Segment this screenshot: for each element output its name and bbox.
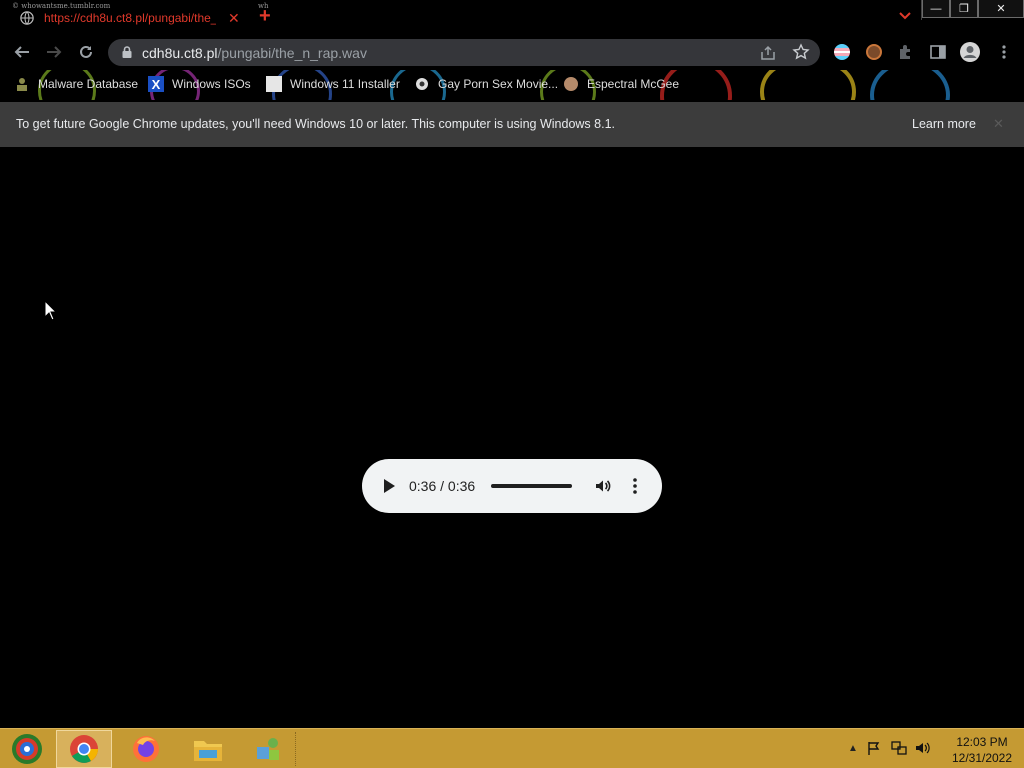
extension-avatar-button[interactable] <box>864 42 884 62</box>
learn-more-link[interactable]: Learn more <box>912 117 976 131</box>
extensions-button[interactable] <box>896 42 916 62</box>
tab-close-icon[interactable]: ✕ <box>228 10 240 27</box>
taskbar: ▲ 12:03 PM 12/31/2022 <box>0 728 1024 768</box>
installer-icon <box>266 76 282 92</box>
clock-time: 12:03 PM <box>956 735 1008 749</box>
clock-date: 12/31/2022 <box>951 751 1013 765</box>
extension-flag-button[interactable] <box>832 42 852 62</box>
taskbar-network-app[interactable] <box>240 730 296 768</box>
network-app-icon <box>257 738 279 760</box>
bookmark-label: Windows 11 Installer <box>290 77 400 91</box>
bookmark-malware-database[interactable]: Malware Database <box>14 76 138 92</box>
page-content: 0:36 / 0:36 <box>0 147 1024 728</box>
chrome-icon <box>70 735 98 763</box>
forward-button[interactable] <box>44 42 64 62</box>
profile-icon <box>960 42 980 62</box>
update-infobar: To get future Google Chrome updates, you… <box>0 102 1024 147</box>
bookmark-star-icon[interactable] <box>792 43 810 61</box>
taskbar-file-explorer[interactable] <box>180 730 236 768</box>
forward-arrow-icon <box>47 46 62 58</box>
minimize-button[interactable]: — <box>922 0 950 18</box>
profile-button[interactable] <box>958 42 982 62</box>
flag-extension-icon <box>834 44 850 60</box>
bookmark-site[interactable]: Gay Porn Sex Movie... <box>414 76 558 92</box>
reload-button[interactable] <box>76 42 96 62</box>
action-center-flag-icon[interactable] <box>866 739 882 757</box>
active-tab[interactable]: https://cdh8u.ct8.pl/pungabi/the_n_rap.w… <box>12 4 250 32</box>
maximize-button[interactable]: ❐ <box>950 0 978 18</box>
bookmark-windows-11-installer[interactable]: Windows 11 Installer <box>266 76 400 92</box>
mouse-cursor-icon <box>44 300 58 321</box>
infobar-message: To get future Google Chrome updates, you… <box>16 117 615 131</box>
firefox-icon <box>133 736 159 762</box>
menu-button[interactable] <box>994 42 1014 62</box>
site-icon <box>414 76 430 92</box>
audio-player: 0:36 / 0:36 <box>362 459 662 513</box>
screen: © whowantsme.tumblr.com wh https://cdh8u… <box>0 0 1024 768</box>
kebab-menu-icon <box>1002 45 1006 59</box>
network-tray-icon[interactable] <box>891 739 907 757</box>
tab-search-icon[interactable] <box>897 8 913 24</box>
bookmark-label: Malware Database <box>38 77 139 91</box>
close-window-button[interactable]: ✕ <box>978 0 1024 18</box>
back-button[interactable] <box>12 42 32 62</box>
taskbar-firefox[interactable] <box>118 730 174 768</box>
start-button[interactable] <box>0 730 54 768</box>
reload-icon <box>80 45 92 58</box>
tab-title: https://cdh8u.ct8.pl/pungabi/the_n_rap.w… <box>44 11 216 25</box>
bookmark-windows-isos[interactable]: X Windows ISOs <box>148 76 251 92</box>
avatar-extension-icon <box>866 44 882 60</box>
url-text: cdh8u.ct8.pl/pungabi/the_n_rap.wav <box>142 45 367 61</box>
bookmark-label: Espectral McGee <box>587 77 680 91</box>
audio-time: 0:36 / 0:36 <box>409 478 476 494</box>
share-icon[interactable] <box>760 45 776 61</box>
bookmark-label: Windows ISOs <box>172 77 251 91</box>
url-host: cdh8u.ct8.pl <box>142 45 218 61</box>
url-path: /pungabi/the_n_rap.wav <box>217 45 367 61</box>
system-clock[interactable]: 12:03 PM 12/31/2022 <box>940 734 1024 766</box>
tab-strip: © whowantsme.tumblr.com wh https://cdh8u… <box>0 0 1024 34</box>
bookmark-espectral-mcgee[interactable]: Espectral McGee <box>563 76 679 92</box>
taskbar-chrome[interactable] <box>56 730 112 768</box>
side-panel-button[interactable] <box>928 42 948 62</box>
browser-toolbar: cdh8u.ct8.pl/pungabi/the_n_rap.wav <box>0 34 1024 70</box>
more-options-icon[interactable] <box>628 476 642 496</box>
theme-decoration <box>870 70 950 100</box>
theme-decoration <box>760 70 856 100</box>
show-hidden-icons-button[interactable]: ▲ <box>845 739 861 757</box>
infobar-close-icon[interactable]: ✕ <box>993 116 1004 132</box>
start-orb-icon <box>12 734 42 764</box>
puzzle-icon <box>900 45 910 59</box>
address-bar[interactable]: cdh8u.ct8.pl/pungabi/the_n_rap.wav <box>108 39 820 66</box>
play-icon[interactable] <box>382 478 396 494</box>
folder-icon <box>194 741 222 761</box>
volume-tray-icon[interactable] <box>915 739 931 757</box>
globe-icon <box>20 11 34 25</box>
audio-progress-slider[interactable] <box>491 484 572 488</box>
user-icon <box>14 76 30 92</box>
volume-icon[interactable] <box>594 477 612 495</box>
side-panel-icon <box>930 45 946 59</box>
new-tab-button[interactable]: + <box>259 6 271 26</box>
window-controls: — ❐ ✕ <box>921 0 1024 20</box>
lock-icon[interactable] <box>120 45 134 59</box>
back-arrow-icon <box>14 46 29 58</box>
taskbar-grip[interactable] <box>295 732 298 766</box>
bookmarks-bar: Malware Database X Windows ISOs Windows … <box>0 70 1024 100</box>
avatar-icon <box>563 76 579 92</box>
bookmark-label: Gay Porn Sex Movie... <box>438 77 559 91</box>
x-icon: X <box>148 76 164 92</box>
